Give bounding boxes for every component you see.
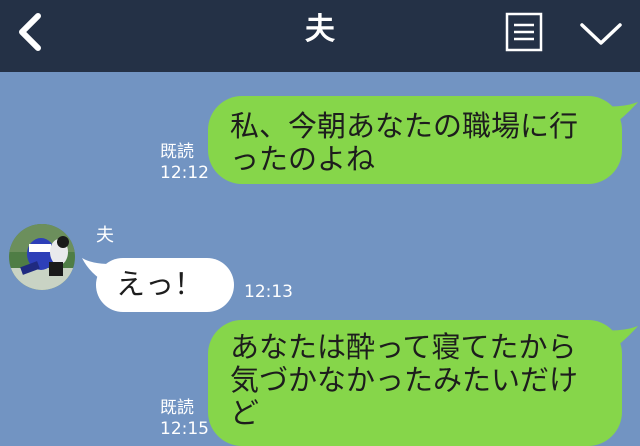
message-text: えっ！ [116,267,204,301]
chat-header: 夫 [0,0,640,72]
read-receipt: 既読 12:15 [160,398,209,440]
read-receipt: 既読 12:12 [160,142,209,184]
menu-button[interactable] [505,12,543,52]
message-time: 12:12 [160,163,209,183]
collapse-button[interactable] [578,18,624,48]
read-label: 既読 [160,398,194,418]
message-text: 私、今朝あなたの職場に行 [230,109,579,143]
message-text: 気づかなかったみたいだけ [230,363,579,397]
read-label: 既読 [160,142,194,162]
message-text: ったのよね [230,142,376,176]
chat-title: 夫 [305,12,335,47]
message-bubble-sent[interactable]: 私、今朝あなたの職場に行 ったのよね [208,96,622,184]
message-time: 12:13 [244,282,293,302]
message-text: ど [230,396,260,430]
message-bubble-sent[interactable]: あなたは酔って寝てたから 気づかなかったみたいだけ ど [208,320,622,446]
message-text: あなたは酔って寝てたから [230,330,577,364]
sender-name: 夫 [96,225,114,246]
menu-list-icon [505,12,543,52]
avatar[interactable] [9,224,75,290]
message-list[interactable]: 既読 12:12 私、今朝あなたの職場に行 ったのよね 夫 えっ！ 12:13 … [0,72,640,446]
message-bubble-received[interactable]: えっ！ [96,258,234,312]
avatar-photo [9,224,75,290]
chevron-down-icon [580,23,622,45]
message-time: 12:15 [160,419,209,439]
